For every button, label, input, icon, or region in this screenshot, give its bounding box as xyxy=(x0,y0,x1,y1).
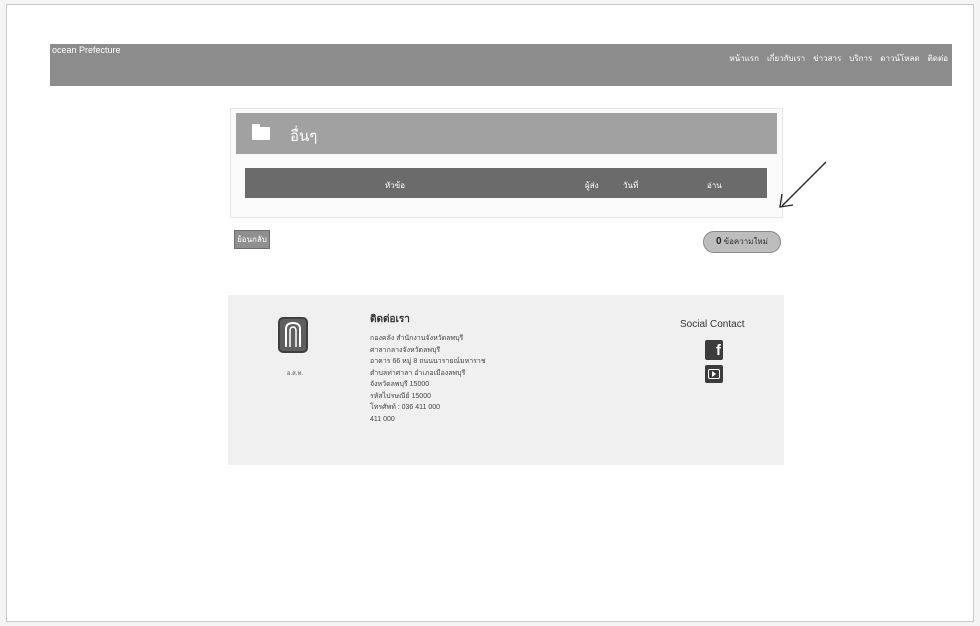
annotation-arrow xyxy=(779,161,827,208)
contact-line: อาคาร 66 หมู่ 8 ถนนนารายณ์มหาราช xyxy=(370,358,486,365)
nav-link-news[interactable]: ข่าวสาร xyxy=(813,52,841,65)
youtube-icon[interactable] xyxy=(705,365,723,383)
contact-line: จังหวัดลพบุรี 15000 xyxy=(370,381,430,388)
panel-title: อื่นๆ xyxy=(290,128,318,145)
social-contact-title: Social Contact xyxy=(680,319,745,330)
contact-line: กองคลัง สำนักงานจังหวัดลพบุรี xyxy=(370,335,464,342)
nav-link-about[interactable]: เกี่ยวกับเรา xyxy=(767,52,805,65)
nav-link-downloads[interactable]: ดาวน์โหลด xyxy=(880,52,919,65)
contact-line: โทรศัพท์ : 036 411 000 xyxy=(370,404,441,411)
contact-line: 411 000 xyxy=(370,415,395,423)
contact-line: ตำบลท่าศาลา อำเภอเมืองลพบุรี xyxy=(370,369,466,377)
panel-header: อื่นๆ xyxy=(236,113,777,154)
contact-title: ติดต่อเรา xyxy=(370,314,410,325)
nav-link-contact[interactable]: ติดต่อ xyxy=(928,52,948,65)
message-count: 0 xyxy=(716,236,722,247)
contact-line: ศาลากลางจังหวัดลพบุรี xyxy=(370,346,441,354)
nav-links: หน้าแรก เกี่ยวกับเรา ข่าวสาร บริการ ดาวน… xyxy=(729,52,948,65)
organization-logo-icon xyxy=(278,317,308,353)
back-button[interactable]: ย้อนกลับ xyxy=(234,230,270,249)
logo-caption: อ.ส.ท. xyxy=(286,371,304,377)
footer: อ.ส.ท. ติดต่อเรา กองคลัง สำนักงานจังหวัด… xyxy=(228,295,784,465)
top-navigation-bar: ocean Prefecture หน้าแรก เกี่ยวกับเรา ข่… xyxy=(50,44,952,86)
nav-link-services[interactable]: บริการ xyxy=(849,52,872,65)
new-message-count-button[interactable]: 0 ข้อความใหม่ xyxy=(703,231,781,253)
facebook-icon[interactable]: f xyxy=(705,340,723,360)
message-count-label: ข้อความใหม่ xyxy=(723,237,768,246)
site-brand[interactable]: ocean Prefecture xyxy=(52,45,121,55)
contact-line: รหัสไปรษณีย์ 15000 xyxy=(370,392,431,400)
column-header-reads[interactable]: อ่าน xyxy=(707,179,722,192)
column-header-sender[interactable]: ผู้ส่ง xyxy=(585,179,598,192)
contact-address: กองคลัง สำนักงานจังหวัดลพบุรี ศาลากลางจั… xyxy=(370,333,486,425)
column-header-date[interactable]: วันที่ xyxy=(623,179,638,192)
column-header-topic[interactable]: หัวข้อ xyxy=(385,179,405,192)
content-panel: อื่นๆ หัวข้อ ผู้ส่ง วันที่ อ่าน xyxy=(230,108,783,218)
table-header-row: หัวข้อ ผู้ส่ง วันที่ อ่าน xyxy=(245,168,767,198)
nav-link-home[interactable]: หน้าแรก xyxy=(729,52,759,65)
folder-icon xyxy=(252,124,270,140)
